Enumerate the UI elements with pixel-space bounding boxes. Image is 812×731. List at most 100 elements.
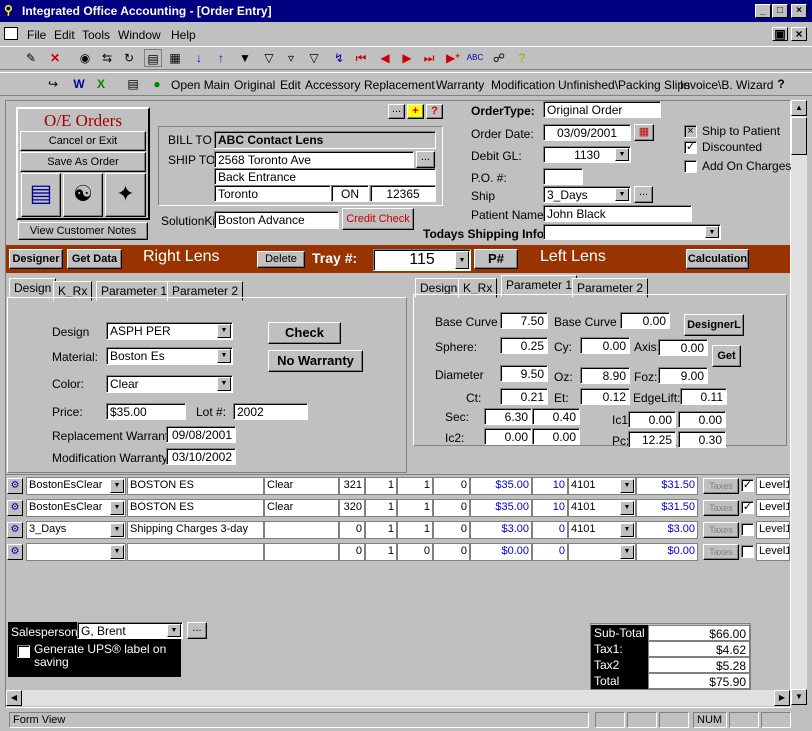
edit-pencil-icon[interactable]: ✎ bbox=[22, 49, 40, 67]
line-total-cell[interactable]: $31.50 bbox=[636, 477, 698, 495]
line-price-cell[interactable]: $3.00 bbox=[470, 521, 532, 539]
ic1b-field[interactable]: 0.00 bbox=[678, 411, 726, 428]
row-settings-icon[interactable]: ⚙ bbox=[7, 544, 23, 560]
line-q3-cell[interactable]: 0 bbox=[433, 521, 470, 539]
apply-filter-icon[interactable]: ▿ bbox=[282, 49, 300, 67]
chevron-down-icon[interactable]: ▼ bbox=[217, 324, 231, 338]
ship-province-field[interactable]: ON bbox=[331, 185, 369, 202]
ups-label-checkbox[interactable] bbox=[17, 645, 30, 658]
ship-method-field[interactable]: 3_Days ▼ bbox=[543, 186, 631, 203]
document-icon[interactable] bbox=[4, 27, 18, 40]
filter-form-icon[interactable]: ▽ bbox=[260, 49, 278, 67]
line-num-cell[interactable]: 321 bbox=[339, 477, 365, 495]
datasheet-icon[interactable]: ▦ bbox=[166, 49, 184, 67]
first-record-icon[interactable]: ⏮ bbox=[352, 49, 370, 67]
line-gl-cell[interactable]: 4101 ▼ bbox=[568, 499, 636, 517]
globe-icon[interactable]: ● bbox=[148, 75, 166, 93]
diameter-field[interactable]: 9.50 bbox=[500, 365, 548, 382]
doc-close-button[interactable]: × bbox=[791, 27, 807, 41]
maximize-button[interactable]: □ bbox=[772, 4, 788, 18]
line-desc-cell[interactable]: Shipping Charges 3-day bbox=[127, 521, 264, 539]
goto-icon[interactable]: ↻ bbox=[120, 49, 138, 67]
line-price-cell[interactable]: $0.00 bbox=[470, 543, 532, 561]
line-q3-cell[interactable]: 0 bbox=[433, 543, 470, 561]
sort-ascending-icon[interactable]: ↓ bbox=[190, 49, 208, 67]
ship-lookup-button[interactable]: ... bbox=[634, 186, 653, 203]
ship-to-patient-checkbox[interactable]: × bbox=[684, 125, 697, 138]
row-settings-icon[interactable]: ⚙ bbox=[7, 478, 23, 494]
taxes-button[interactable]: Taxes bbox=[703, 500, 739, 516]
p-number-button[interactable]: P# bbox=[474, 249, 518, 269]
replace-icon[interactable]: ⇆ bbox=[98, 49, 116, 67]
scroll-left-arrow[interactable]: ◀ bbox=[6, 690, 22, 706]
row-settings-icon[interactable]: ⚙ bbox=[7, 522, 23, 538]
color-field[interactable]: Clear ▼ bbox=[106, 375, 233, 393]
scroll-down-arrow[interactable]: ▼ bbox=[791, 689, 807, 705]
line-checkbox[interactable]: ✓ bbox=[741, 479, 754, 492]
replacement-button[interactable]: Replacement bbox=[364, 78, 435, 92]
edit-button[interactable]: Edit bbox=[280, 78, 301, 92]
pc2-field[interactable]: 0.30 bbox=[678, 431, 726, 448]
word-icon[interactable]: W bbox=[70, 75, 88, 93]
modification-warranty-field[interactable]: 03/10/2002 bbox=[166, 448, 236, 465]
line-item-cell[interactable]: BostonEsClear ▼ bbox=[26, 499, 126, 517]
no-warranty-button[interactable]: No Warranty bbox=[268, 350, 363, 372]
taxes-button[interactable]: Taxes bbox=[703, 478, 739, 494]
sort-descending-icon[interactable]: ↑ bbox=[212, 49, 230, 67]
get-data-button[interactable]: Get Data bbox=[67, 249, 122, 269]
line-color-cell[interactable]: Clear bbox=[264, 499, 339, 517]
open-main-button[interactable]: Open Main bbox=[171, 78, 230, 92]
chevron-down-icon[interactable]: ▼ bbox=[110, 501, 124, 515]
menu-window[interactable]: Window bbox=[118, 28, 161, 42]
patient-name-field[interactable]: John Black bbox=[543, 205, 692, 222]
line-total-cell[interactable]: $31.50 bbox=[636, 499, 698, 517]
designer-button[interactable]: Designer bbox=[9, 249, 63, 269]
chevron-down-icon[interactable]: ▼ bbox=[455, 251, 469, 269]
new-record-icon[interactable]: ▶* bbox=[444, 49, 462, 67]
notepad-icon[interactable]: ▤ bbox=[21, 173, 61, 217]
line-disc-cell[interactable]: 10 bbox=[532, 499, 568, 517]
line-checkbox[interactable] bbox=[741, 523, 754, 536]
wand-icon[interactable]: ✦ bbox=[105, 173, 146, 217]
chevron-down-icon[interactable]: ▼ bbox=[110, 479, 124, 493]
chevron-down-icon[interactable]: ▼ bbox=[620, 501, 634, 515]
vertical-scrollbar[interactable]: ▲ ▼ bbox=[791, 100, 807, 705]
office-links-icon[interactable]: ☍ bbox=[490, 49, 508, 67]
foz-field[interactable]: 9.00 bbox=[658, 367, 708, 384]
calendar-icon[interactable]: ▦ bbox=[634, 124, 654, 141]
sphere-field[interactable]: 0.25 bbox=[500, 337, 548, 354]
chevron-down-icon[interactable]: ▼ bbox=[705, 226, 719, 238]
line-num-cell[interactable]: 0 bbox=[339, 543, 365, 561]
filter-selection-icon[interactable]: ▼ bbox=[236, 49, 254, 67]
help-icon[interactable]: ? bbox=[772, 75, 790, 93]
line-desc-cell[interactable] bbox=[127, 543, 264, 561]
form-view-icon[interactable]: ▤ bbox=[144, 49, 162, 67]
line-item-cell[interactable]: ▼ bbox=[26, 543, 126, 561]
line-gl-cell[interactable]: ▼ bbox=[568, 543, 636, 561]
pc1-field[interactable]: 12.25 bbox=[628, 431, 676, 448]
view-customer-notes-button[interactable]: View Customer Notes bbox=[18, 222, 148, 240]
menu-help[interactable]: Help bbox=[171, 28, 196, 42]
salesperson-lookup-button[interactable]: ... bbox=[187, 622, 207, 639]
line-disc-cell[interactable]: 0 bbox=[532, 521, 568, 539]
axis-field[interactable]: 0.00 bbox=[658, 339, 708, 356]
line-price-cell[interactable]: $35.00 bbox=[470, 477, 532, 495]
scroll-up-arrow[interactable]: ▲ bbox=[791, 100, 807, 116]
add-on-charges-checkbox[interactable] bbox=[684, 160, 697, 173]
ship-address2-field[interactable]: Back Entrance bbox=[214, 168, 436, 185]
solution-kit-field[interactable]: Boston Advance bbox=[214, 211, 339, 229]
taxes-button[interactable]: Taxes bbox=[703, 544, 739, 560]
line-color-cell[interactable] bbox=[264, 521, 339, 539]
next-record-icon[interactable]: ▶ bbox=[398, 49, 416, 67]
credit-check-button[interactable]: Credit Check bbox=[342, 208, 414, 230]
ic2a-field[interactable]: 0.00 bbox=[484, 428, 532, 445]
designer-l-button[interactable]: DesignerL bbox=[684, 314, 744, 336]
line-color-cell[interactable] bbox=[264, 543, 339, 561]
line-checkbox[interactable] bbox=[741, 545, 754, 558]
row-settings-icon[interactable]: ⚙ bbox=[7, 500, 23, 516]
ship-postal-field[interactable]: 12365 bbox=[370, 185, 436, 202]
line-num-cell[interactable]: 0 bbox=[339, 521, 365, 539]
chevron-down-icon[interactable]: ▼ bbox=[615, 148, 629, 161]
scroll-thumb[interactable] bbox=[791, 117, 807, 155]
order-type-field[interactable]: Original Order bbox=[543, 101, 661, 118]
